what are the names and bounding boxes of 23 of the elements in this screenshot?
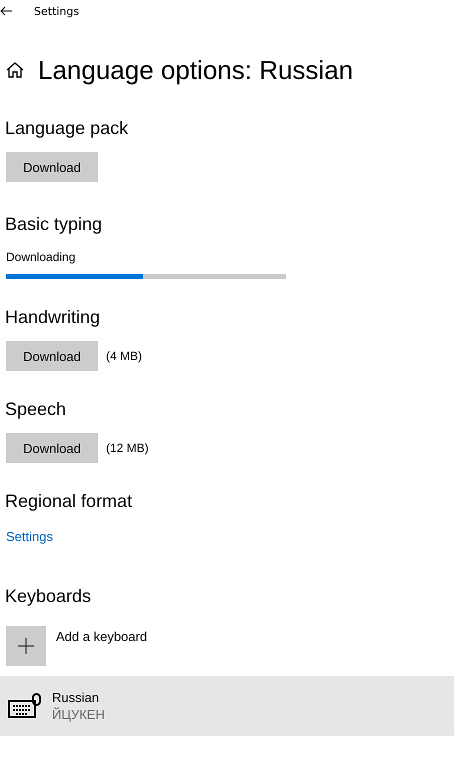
download-button[interactable]: Download <box>6 433 98 463</box>
section-heading: Language pack <box>5 117 130 140</box>
keyboard-name: Russian <box>52 690 100 705</box>
window-title: Settings <box>34 4 80 18</box>
download-button[interactable]: Download <box>6 152 98 182</box>
section-heading: Speech <box>5 398 68 421</box>
size-label: (4 MB) <box>106 349 142 363</box>
add-keyboard-label: Add a keyboard <box>56 629 148 644</box>
section-heading: Keyboards <box>5 585 92 608</box>
plus-icon <box>18 638 34 654</box>
status-label: Downloading <box>6 250 76 264</box>
section-heading: Handwriting <box>5 306 102 329</box>
section-heading: Regional format <box>5 490 134 513</box>
back-icon[interactable] <box>0 6 12 16</box>
keyboard-icon <box>8 693 42 719</box>
section-heading: Basic typing <box>5 213 104 236</box>
keyboard-item[interactable]: Russian ЙЦУКЕН <box>0 676 454 736</box>
settings-link[interactable]: Settings <box>6 529 53 544</box>
keyboard-layout: ЙЦУКЕН <box>52 707 105 722</box>
size-label: (12 MB) <box>106 441 149 455</box>
home-icon[interactable] <box>6 62 24 78</box>
download-button[interactable]: Download <box>6 341 98 371</box>
page-title: Language options: Russian <box>38 54 354 86</box>
